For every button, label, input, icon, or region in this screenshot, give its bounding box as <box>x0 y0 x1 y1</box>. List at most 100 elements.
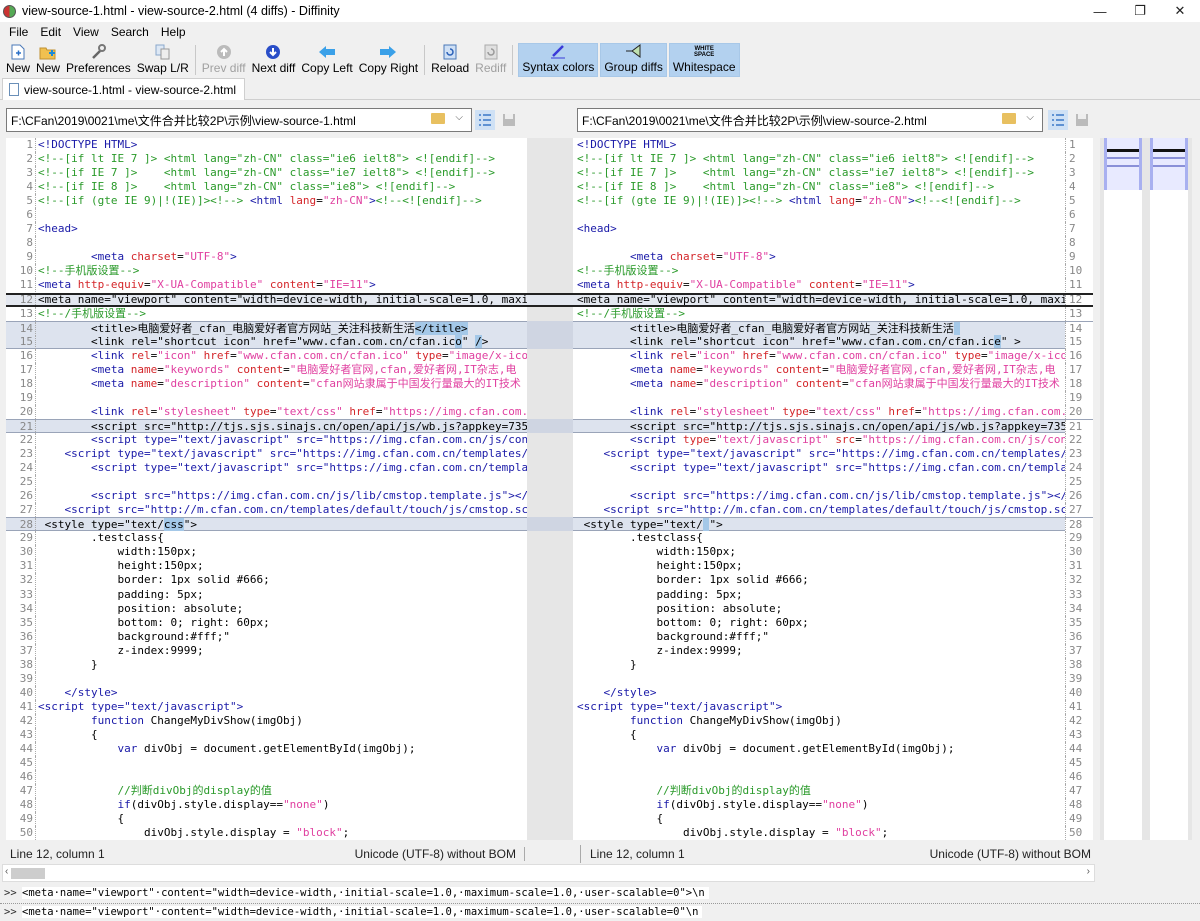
tab-comparison[interactable]: view-source-1.html - view-source-2.html <box>2 78 246 100</box>
group-diffs-toggle[interactable]: Group diffs <box>600 43 667 77</box>
code-line[interactable]: 47 //判断divObj的display的值 <box>6 784 527 799</box>
left-code-pane[interactable]: 1 <!DOCTYPE HTML> 2 <!--[if lt IE 7 ]> <htm… <box>6 138 527 840</box>
menu-help[interactable]: Help <box>155 25 192 39</box>
code-line[interactable]: padding: 5px; 33 <box>573 587 1093 602</box>
code-line[interactable]: <meta name="description" content="cfan网站… <box>573 376 1093 391</box>
line-numbers-icon[interactable] <box>1048 110 1068 130</box>
code-line[interactable]: 35 bottom: 0; right: 60px; <box>6 615 527 630</box>
code-line[interactable]: 37 z-index:9999; <box>6 643 527 658</box>
code-line[interactable]: function ChangeMyDivShow(imgObj) 42 <box>573 713 1093 728</box>
code-line[interactable]: 20 <link rel="stylesheet" type="text/css… <box>6 404 527 419</box>
rediff-button[interactable]: Rediff <box>472 43 509 77</box>
menu-view[interactable]: View <box>67 25 105 39</box>
overview-viewport[interactable] <box>1150 138 1188 190</box>
code-line[interactable]: <!--[if lt IE 7 ]> <html lang="zh-CN" cl… <box>573 152 1093 167</box>
prev-diff-button[interactable]: Prev diff <box>199 43 249 77</box>
code-line[interactable]: <script type="text/javascript" src="http… <box>573 461 1093 476</box>
code-line[interactable]: <script src="http://tjs.sjs.sinajs.cn/op… <box>573 418 1093 434</box>
code-line[interactable]: border: 1px solid #666; 32 <box>573 573 1093 588</box>
code-line[interactable]: 18 <meta name="description" content="cfa… <box>6 376 527 391</box>
code-line[interactable]: 25 <box>6 475 527 490</box>
code-line[interactable]: 27 <script src="http://m.cfan.com.cn/tem… <box>6 503 527 518</box>
menu-search[interactable]: Search <box>105 25 155 39</box>
code-line[interactable]: <script type="text/javascript" src="http… <box>573 432 1093 447</box>
code-line[interactable]: 32 border: 1px solid #666; <box>6 573 527 588</box>
code-line[interactable]: 30 width:150px; <box>6 545 527 560</box>
code-line[interactable]: 45 <box>573 756 1093 771</box>
code-line[interactable]: height:150px; 31 <box>573 559 1093 574</box>
code-line[interactable]: } 38 <box>573 657 1093 672</box>
code-line[interactable]: 29 .testclass{ <box>6 531 527 546</box>
code-line[interactable]: 39 <box>573 671 1093 686</box>
code-line[interactable]: //判断divObj的display的值 47 <box>573 784 1093 799</box>
code-line[interactable]: 2 <!--[if lt IE 7 ]> <html lang="zh-CN" c… <box>6 152 527 167</box>
code-line[interactable]: 8 <box>573 236 1093 251</box>
code-line[interactable]: 38 } <box>6 657 527 672</box>
code-line[interactable]: width:150px; 30 <box>573 545 1093 560</box>
code-line[interactable]: 36 background:#fff;" <box>6 629 527 644</box>
vertical-scrollbar[interactable] <box>1194 138 1200 840</box>
code-line[interactable]: <link rel="stylesheet" type="text/css" h… <box>573 404 1093 419</box>
code-line[interactable]: 4 <!--[if IE 8 ]> <html lang="zh-CN" clas… <box>6 180 527 195</box>
code-line[interactable]: 1 <!DOCTYPE HTML> <box>6 138 527 152</box>
chevron-down-icon[interactable]: ⌵ <box>1026 112 1034 123</box>
copy-left-button[interactable]: Copy Left <box>298 43 355 77</box>
code-line[interactable]: 19 <box>6 390 527 405</box>
syntax-colors-toggle[interactable]: Syntax colors <box>518 43 599 77</box>
code-line[interactable]: <link rel="shortcut icon" href="www.cfan… <box>573 334 1093 349</box>
code-line[interactable]: 44 var divObj = document.getElementById(… <box>6 742 527 757</box>
code-line[interactable]: 12 <meta name="viewport" content="width=d… <box>6 292 527 307</box>
code-line[interactable]: 46 <box>6 770 527 785</box>
code-line[interactable]: 6 <box>573 208 1093 223</box>
right-code-pane[interactable]: <!DOCTYPE HTML> 1 <!--[if lt IE 7 ]> <html… <box>573 138 1093 840</box>
folder-icon[interactable] <box>431 113 445 124</box>
code-line[interactable]: 31 height:150px; <box>6 559 527 574</box>
copy-right-button[interactable]: Copy Right <box>356 43 421 77</box>
code-line[interactable]: 9 <meta charset="UTF-8"> <box>6 250 527 265</box>
scroll-left-icon[interactable]: ‹ <box>5 866 8 877</box>
code-line[interactable]: 28 <style type="text/css"> <box>6 517 527 533</box>
code-line[interactable]: <!--/手机版设置--> 13 <box>573 306 1093 321</box>
code-line[interactable]: <!--[if IE 7 ]> <html lang="zh-CN" class… <box>573 166 1093 181</box>
overview-viewport[interactable] <box>1104 138 1142 190</box>
code-line[interactable]: 45 <box>6 756 527 771</box>
code-line[interactable]: 23 <script type="text/javascript" src="h… <box>6 447 527 462</box>
code-line[interactable]: {43 <box>573 727 1093 742</box>
code-line[interactable]: 10 <!--手机版设置--> <box>6 264 527 279</box>
code-line[interactable]: .testclass{29 <box>573 531 1093 546</box>
right-path-input[interactable]: F:\CFan\2019\0021\me\文件合并比较2P\示例\view-so… <box>577 108 1043 132</box>
scroll-right-icon[interactable]: › <box>1087 866 1090 877</box>
menu-file[interactable]: File <box>3 25 34 39</box>
left-overview-map[interactable] <box>1100 138 1146 840</box>
code-line[interactable]: <meta charset="UTF-8"> 9 <box>573 250 1093 265</box>
whitespace-toggle[interactable]: WHITE SPACE Whitespace <box>668 43 740 77</box>
code-line[interactable]: 7 <head> <box>6 222 527 237</box>
code-line[interactable]: 5 <!--[if (gte IE 9)|!(IE)]><!--> <html l… <box>6 194 527 209</box>
code-line[interactable]: 16 <link rel="icon" href="www.cfan.com.c… <box>6 348 527 363</box>
code-line[interactable]: 17 <meta name="keywords" content="电脑爱好者官… <box>6 362 527 377</box>
code-line[interactable]: 25 <box>573 475 1093 490</box>
code-line[interactable]: <!--[if IE 8 ]> <html lang="zh-CN" class… <box>573 180 1093 195</box>
right-overview-map[interactable] <box>1146 138 1192 840</box>
code-line[interactable]: 43 { <box>6 727 527 742</box>
minimize-button[interactable]: — <box>1080 0 1120 22</box>
code-line[interactable]: <!--手机版设置--> 10 <box>573 264 1093 279</box>
code-line[interactable]: position: absolute; 34 <box>573 601 1093 616</box>
code-line[interactable]: bottom: 0; right: 60px; 35 <box>573 615 1093 630</box>
restore-button[interactable]: ❐ <box>1120 0 1160 22</box>
save-icon[interactable] <box>1072 110 1092 130</box>
code-line[interactable]: {49 <box>573 812 1093 827</box>
code-line[interactable]: 14 <title>电脑爱好者_cfan_电脑爱好者官方网站_关注科技新生活</… <box>6 320 527 336</box>
horizontal-scrollbar[interactable]: ‹ › <box>2 864 1095 882</box>
code-line[interactable]: <style type="text/ "> 28 <box>573 517 1093 533</box>
code-line[interactable]: 39 <box>6 671 527 686</box>
code-line[interactable]: 26 <script src="https://img.cfan.com.cn/… <box>6 489 527 504</box>
line-numbers-icon[interactable] <box>475 110 495 130</box>
code-line[interactable]: 22 <script type="text/javascript" src="h… <box>6 432 527 447</box>
code-line[interactable]: var divObj = document.getElementById(img… <box>573 742 1093 757</box>
code-line[interactable]: <!--[if (gte IE 9)|!(IE)]><!--> <html la… <box>573 194 1093 209</box>
code-line[interactable]: 6 <box>6 208 527 223</box>
code-line[interactable]: 19 <box>573 390 1093 405</box>
code-line[interactable]: 41 <script type="text/javascript"> <box>6 699 527 714</box>
code-line[interactable]: <meta name="keywords" content="电脑爱好者官网,c… <box>573 362 1093 377</box>
